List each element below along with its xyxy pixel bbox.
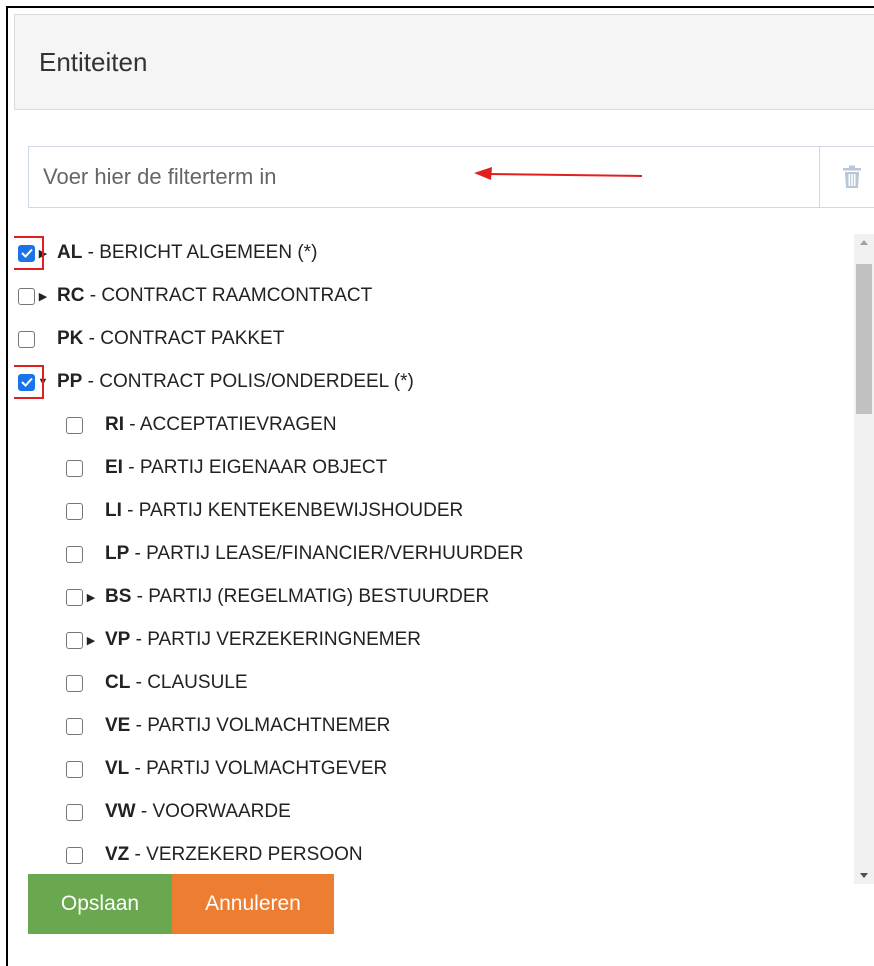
scroll-thumb[interactable] [856,264,872,414]
tree-item-pk[interactable]: PK - CONTRACT PAKKET [18,324,284,354]
checkbox[interactable] [66,416,83,434]
tree-item-cl[interactable]: CL - CLAUSULE [66,668,248,698]
entity-label: - ACCEPTATIEVRAGEN [124,414,337,435]
entity-code: LP [105,543,130,564]
tree-item-pp[interactable]: ▼ PP - CONTRACT POLIS/ONDERDEEL (*) [18,367,414,397]
entity-label: - VERZEKERD PERSOON [129,844,363,865]
expand-caret-icon[interactable]: ▶ [83,634,99,647]
entity-label: - CONTRACT POLIS/ONDERDEEL (*) [82,371,414,392]
cancel-button[interactable]: Annuleren [172,874,334,934]
entity-code: PK [57,328,84,349]
checkbox[interactable] [66,846,83,864]
scrollbar[interactable] [854,234,874,884]
red-arrow-annotation [474,167,643,180]
filter-bar [28,146,874,208]
tree-item-al[interactable]: ▶ AL - BERICHT ALGEMEEN (*) [18,238,317,268]
checkbox[interactable] [66,631,83,649]
tree-item-vz[interactable]: VZ - VERZEKERD PERSOON [66,840,363,870]
tree-item-rc[interactable]: ▶ RC - CONTRACT RAAMCONTRACT [18,281,372,311]
entity-code: VL [105,758,130,779]
entity-code: BS [105,586,132,607]
entity-label: - CONTRACT RAAMCONTRACT [84,285,373,306]
entity-label: - PARTIJ (REGELMATIG) BESTUURDER [131,586,490,607]
entity-code: LI [105,500,122,521]
expand-caret-icon[interactable]: ▶ [83,591,99,604]
entity-code: VE [105,715,131,736]
entity-label: - PARTIJ VERZEKERINGNEMER [130,629,422,650]
tree-item-lp[interactable]: LP - PARTIJ LEASE/FINANCIER/VERHUURDER [66,539,523,569]
panel-title: Entiteiten [39,47,148,77]
entity-label: - PARTIJ VOLMACHTGEVER [129,758,388,779]
checkbox[interactable] [66,459,83,477]
checkbox[interactable] [66,717,83,735]
entity-code: AL [57,242,83,263]
scroll-down-arrow[interactable] [860,873,868,878]
entity-label: - PARTIJ LEASE/FINANCIER/VERHUURDER [129,543,524,564]
tree-item-ve[interactable]: VE - PARTIJ VOLMACHTNEMER [66,711,390,741]
entity-label: - BERICHT ALGEMEEN (*) [82,242,318,263]
tree-item-ei[interactable]: EI - PARTIJ EIGENAAR OBJECT [66,453,387,483]
save-button[interactable]: Opslaan [28,874,172,934]
clear-filter-button[interactable] [827,147,874,207]
entity-code: VP [105,629,131,650]
tree-item-bs[interactable]: ▶ BS - PARTIJ (REGELMATIG) BESTUURDER [66,582,489,612]
checkbox[interactable] [18,287,35,305]
entities-panel: Entiteiten ▶AL - BERICHT ALGEMEEN (*)▶RC… [14,14,874,964]
entity-code: RI [105,414,124,435]
expand-caret-icon[interactable]: ▶ [35,290,51,303]
entity-tree: ▶ AL - BERICHT ALGEMEEN (*) ▶ RC - CONTRACT… [14,224,872,874]
checkbox[interactable] [66,760,83,778]
checkbox[interactable] [66,588,83,606]
entity-code: VW [105,801,136,822]
red-highlight-box [14,365,44,399]
entity-code: CL [105,672,131,693]
tree-item-ri[interactable]: RI - ACCEPTATIEVRAGEN [66,410,337,440]
scroll-up-arrow[interactable] [860,240,868,245]
tree-item-li[interactable]: LI - PARTIJ KENTEKENBEWIJSHOUDER [66,496,463,526]
entity-code: PP [57,371,83,392]
tree-item-vw[interactable]: VW - VOORWAARDE [66,797,291,827]
checkbox[interactable] [18,330,35,348]
checkbox[interactable] [66,803,83,821]
tree-item-vl[interactable]: VL - PARTIJ VOLMACHTGEVER [66,754,387,784]
checkbox[interactable] [66,545,83,563]
trash-icon [843,165,861,188]
entity-code: EI [105,457,123,478]
entity-code: RC [57,285,85,306]
filter-input[interactable] [29,147,819,207]
filter-divider [819,147,820,207]
entity-label: - CONTRACT PAKKET [83,328,285,349]
panel-header: Entiteiten [14,14,874,110]
tree-item-vp[interactable]: ▶ VP - PARTIJ VERZEKERINGNEMER [66,625,421,655]
checkbox[interactable] [66,502,83,520]
entity-label: - PARTIJ KENTEKENBEWIJSHOUDER [121,500,464,521]
entity-label: - PARTIJ EIGENAAR OBJECT [122,457,388,478]
entity-code: VZ [105,844,130,865]
red-highlight-box [14,236,44,270]
entity-label: - VOORWAARDE [135,801,291,822]
checkbox[interactable] [66,674,83,692]
entity-label: - PARTIJ VOLMACHTNEMER [130,715,391,736]
entity-label: - CLAUSULE [130,672,248,693]
